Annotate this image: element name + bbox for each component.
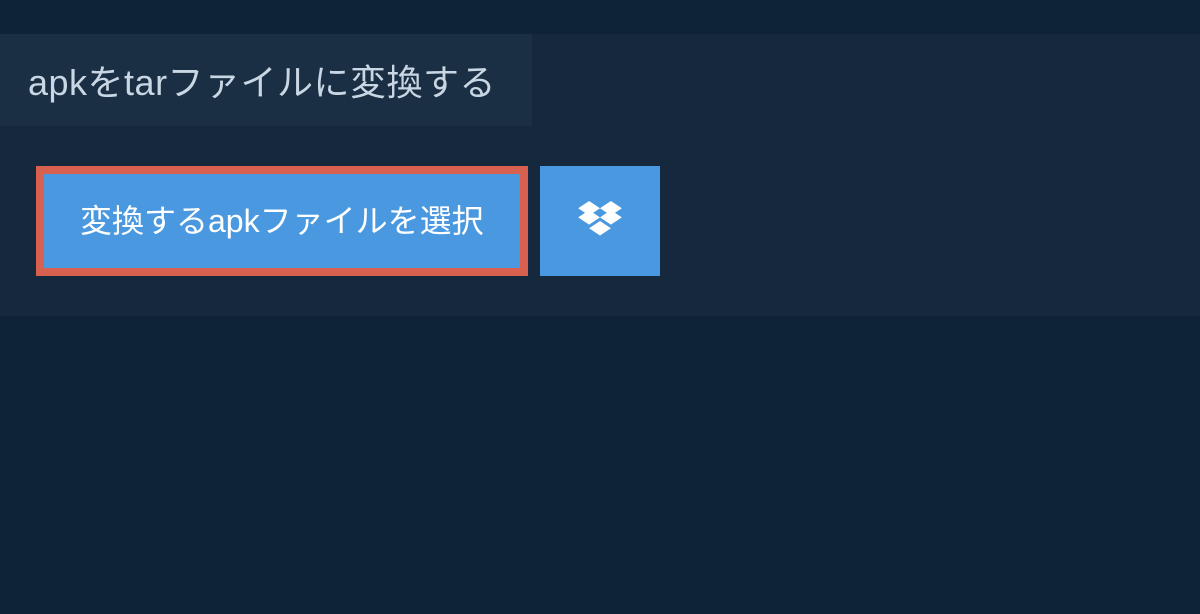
dropbox-button[interactable] [540,166,660,276]
title-bar: apkをtarファイルに変換する [0,34,532,126]
converter-panel: apkをtarファイルに変換する 変換するapkファイルを選択 [0,34,1200,316]
select-file-button-label: 変換するapkファイルを選択 [80,202,484,240]
page-title: apkをtarファイルに変換する [28,62,496,103]
dropbox-icon [578,201,622,241]
button-row: 変換するapkファイルを選択 [0,126,1200,276]
select-file-button[interactable]: 変換するapkファイルを選択 [36,166,528,276]
